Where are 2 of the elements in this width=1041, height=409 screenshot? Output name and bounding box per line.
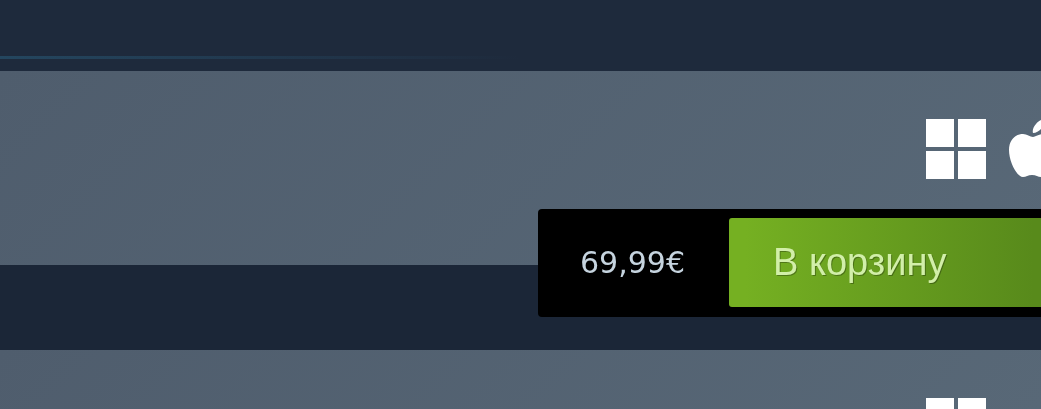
price: 69,99€ xyxy=(580,245,685,280)
add-to-cart-button[interactable]: В корзину xyxy=(729,218,1041,307)
